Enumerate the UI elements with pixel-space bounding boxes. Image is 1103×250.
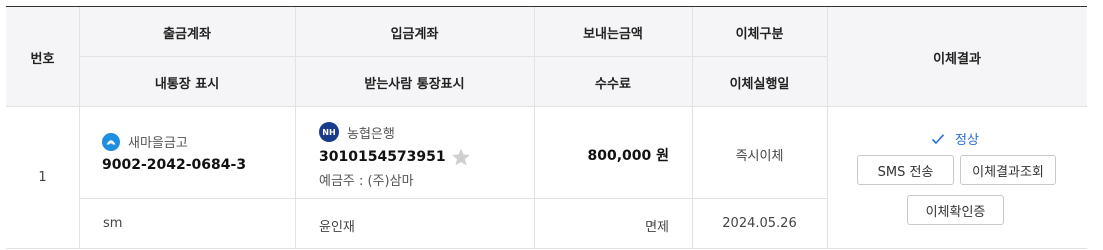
mg-bank-logo-icon [102,132,120,151]
recipient-memo-value: 윤인재 [319,220,355,235]
grid-line [692,7,693,249]
nh-bank-logo-icon: NH [319,122,339,142]
to-account-cell: NH 농협은행 3010154573951 예금주 : (주)삼마 [319,122,529,189]
depositor-name: 예금주 : (주)삼마 [319,174,414,189]
status-text: 정상 [955,133,979,148]
grid-line [534,7,535,249]
header-to-account: 입금계좌 [295,7,534,57]
fee-value: 면제 [645,220,669,235]
header-fee: 수수료 [534,57,692,107]
grid-line [827,7,828,249]
header-transfer-date: 이체실행일 [692,57,827,107]
from-account-number: 9002-2042-0684-3 [102,157,247,173]
header-transfer-type: 이체구분 [692,7,827,57]
to-bank-name: 농협은행 [347,126,395,142]
result-inquiry-button[interactable]: 이체결과조회 [960,155,1056,185]
transfer-type-value: 즉시이체 [735,149,784,164]
from-account-cell: 새마을금고 9002-2042-0684-3 [102,132,292,173]
header-my-memo: 내통장 표시 [79,57,295,107]
to-account-line: 3010154573951 [319,147,529,167]
header-number: 번호 [6,7,79,107]
transfer-result-table: 번호 출금계좌 입금계좌 보내는금액 이체구분 이체결과 내통장 표시 받는사람… [6,6,1087,249]
grid-line [79,56,827,57]
my-memo-value: sm [103,216,123,231]
transfer-date-value: 2024.05.26 [722,216,797,231]
sms-send-button[interactable]: SMS 전송 [857,155,954,185]
check-icon [931,133,945,144]
row-number: 1 [38,170,47,185]
grid-line [6,106,1087,107]
header-amount: 보내는금액 [534,7,692,57]
status-badge: 정상 [931,129,979,148]
to-account-number: 3010154573951 [319,149,446,165]
header-recipient-memo: 받는사람 통장표시 [295,57,534,107]
grid-line [295,7,296,249]
from-bank: 새마을금고 [102,132,292,151]
favorite-star-icon[interactable] [451,147,471,167]
confirmation-button[interactable]: 이체확인증 [907,195,1004,225]
header-result: 이체결과 [827,7,1087,107]
amount-value: 800,000 원 [587,148,669,164]
header-from-account: 출금계좌 [79,7,295,57]
to-bank: NH 농협은행 [319,122,529,142]
grid-line [6,248,1087,249]
grid-line [79,198,827,199]
grid-line [79,7,80,249]
from-bank-name: 새마을금고 [128,136,188,151]
